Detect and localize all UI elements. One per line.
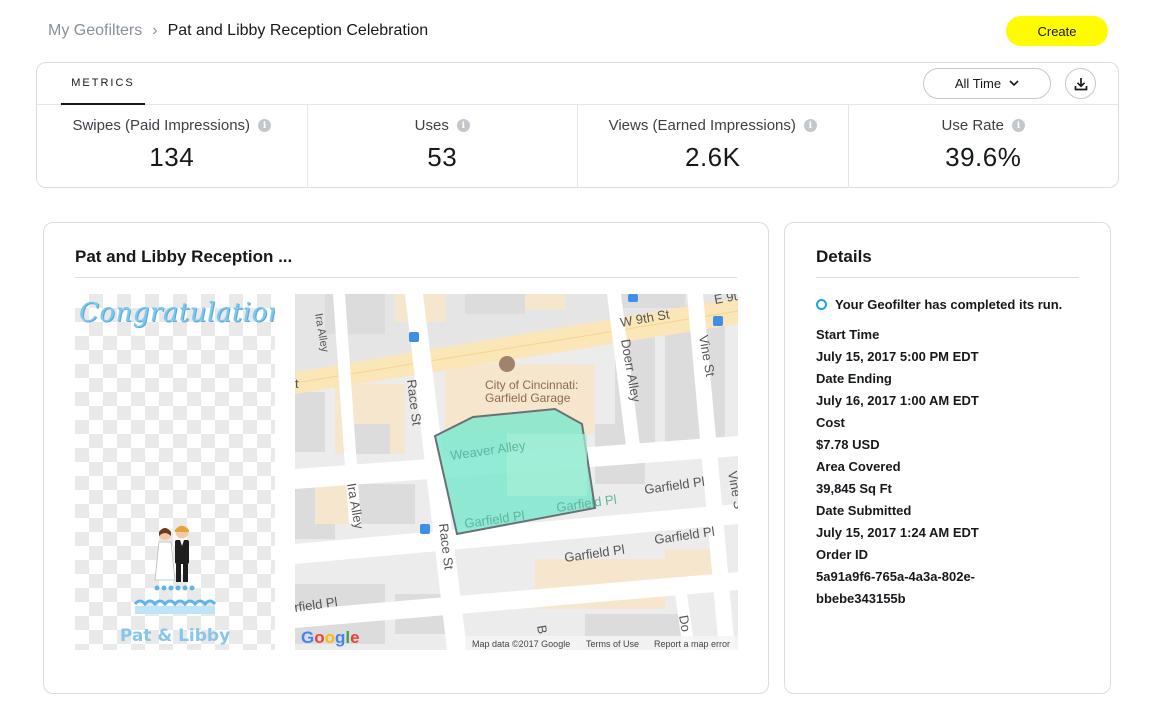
detail-date-ending: Date Ending July 16, 2017 1:00 AM EDT [816, 368, 1086, 412]
building-icon [499, 356, 515, 372]
divider [816, 277, 1079, 278]
metrics-row: Swipes (Paid Impressions) i 134 Uses i 5… [37, 105, 1118, 188]
svg-text:Google: Google [301, 628, 360, 647]
detail-label: Date Submitted [816, 503, 912, 518]
metric-value: 134 [149, 142, 195, 172]
detail-label: Area Covered [816, 459, 901, 474]
details-card: Details Your Geofilter has completed its… [784, 222, 1111, 694]
metric-uses: Uses i 53 [308, 105, 578, 188]
svg-text:Do: Do [676, 614, 694, 633]
detail-label: Start Time [816, 327, 880, 342]
metrics-header: METRICS All Time [37, 63, 1118, 105]
geofilter-image: Congratulations! Pat & Libby [75, 294, 275, 650]
metric-value: 2.6K [685, 142, 741, 172]
couple-cake-illustration [133, 525, 217, 614]
detail-value: July 15, 2017 5:00 PM EDT [816, 349, 979, 364]
detail-value: 5a91a9f6-765a-4a3a-802e-bbebe343155b [816, 569, 976, 606]
metric-label: Use Rate [941, 117, 1005, 134]
breadcrumb-current: Pat and Libby Reception Celebration [167, 22, 429, 39]
detail-label: Cost [816, 415, 845, 430]
metric-views: Views (Earned Impressions) i 2.6K [578, 105, 849, 188]
time-range-value: All Time [954, 76, 1002, 91]
divider [75, 277, 737, 278]
svg-text:Garfield Garage: Garfield Garage [485, 391, 571, 405]
svg-text:t: t [295, 376, 299, 391]
time-range-select[interactable]: All Time [923, 68, 1051, 99]
details-title: Details [816, 247, 872, 266]
details-list: Start Time July 15, 2017 5:00 PM EDT Dat… [816, 324, 1086, 610]
status-dot-icon [816, 299, 827, 310]
detail-value: July 15, 2017 1:24 AM EDT [816, 525, 979, 540]
status-text: Your Geofilter has completed its run. [835, 297, 1063, 312]
filter-headline: Congratulations! [79, 298, 275, 328]
metric-label: Swipes (Paid Impressions) [72, 117, 251, 134]
detail-value: July 16, 2017 1:00 AM EDT [816, 393, 979, 408]
metric-swipes: Swipes (Paid Impressions) i 134 [37, 105, 308, 188]
breadcrumb-separator-icon: › [152, 22, 158, 39]
svg-text:Report a map error: Report a map error [654, 639, 730, 649]
chevron-down-icon [1009, 80, 1019, 87]
detail-cost: Cost $7.78 USD [816, 412, 1086, 456]
info-icon[interactable]: i [1012, 119, 1026, 132]
metric-value: 39.6% [945, 142, 1022, 172]
svg-text:City of Cincinnati:: City of Cincinnati: [485, 378, 578, 392]
preview-title: Pat and Libby Reception ... [75, 247, 293, 266]
geofence-map[interactable]: W 9th St E 9t Ira Alley Race St Doerr Al… [295, 294, 738, 650]
svg-text:Terms of Use: Terms of Use [586, 639, 639, 649]
metric-label: Uses [414, 117, 449, 134]
detail-order-id: Order ID 5a91a9f6-765a-4a3a-802e-bbebe34… [816, 544, 1086, 610]
metric-value: 53 [427, 142, 458, 172]
metrics-card: METRICS All Time Swipes (Paid Impression… [36, 62, 1119, 188]
detail-date-submitted: Date Submitted July 15, 2017 1:24 AM EDT [816, 500, 1086, 544]
detail-area-covered: Area Covered 39,845 Sq Ft [816, 456, 1086, 500]
create-button[interactable]: Create [1006, 16, 1108, 46]
info-icon[interactable]: i [258, 119, 272, 132]
detail-label: Order ID [816, 547, 869, 562]
download-button[interactable] [1065, 68, 1096, 99]
detail-value: 39,845 Sq Ft [816, 481, 892, 496]
filter-names: Pat & Libby [119, 626, 231, 646]
geofilter-preview-card: Pat and Libby Reception ... Congratulati… [43, 222, 769, 694]
metric-label: Views (Earned Impressions) [608, 117, 796, 134]
tab-metrics[interactable]: METRICS [61, 63, 145, 105]
info-icon[interactable]: i [803, 119, 817, 132]
svg-text:Map data ©2017 Google: Map data ©2017 Google [472, 639, 570, 649]
info-icon[interactable]: i [456, 119, 470, 132]
download-icon [1074, 77, 1087, 90]
breadcrumb: My Geofilters › Pat and Libby Reception … [48, 20, 428, 42]
run-status: Your Geofilter has completed its run. [816, 297, 1062, 312]
detail-label: Date Ending [816, 371, 892, 386]
metric-use-rate: Use Rate i 39.6% [849, 105, 1119, 188]
breadcrumb-root-link[interactable]: My Geofilters [48, 22, 142, 40]
map-canvas: W 9th St E 9t Ira Alley Race St Doerr Al… [295, 294, 738, 650]
detail-value: $7.78 USD [816, 437, 880, 452]
detail-start-time: Start Time July 15, 2017 5:00 PM EDT [816, 324, 1086, 368]
